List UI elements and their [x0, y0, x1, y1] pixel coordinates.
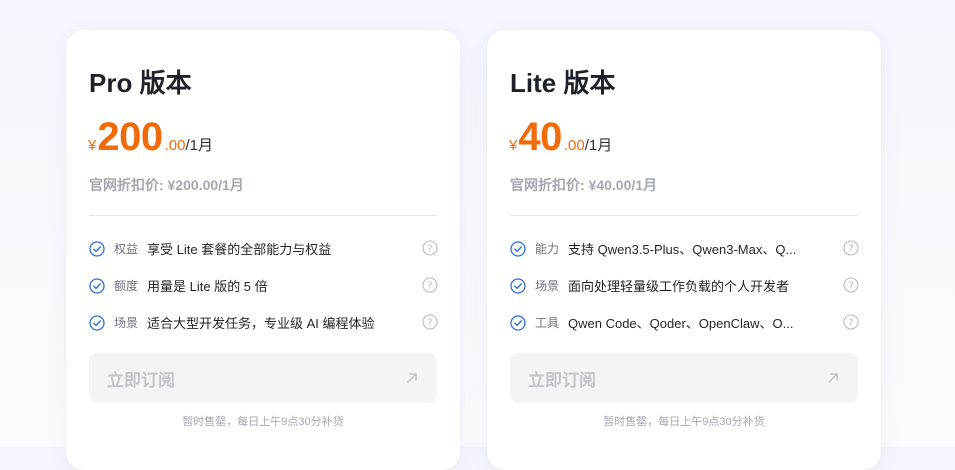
feature-tag: 能力: [535, 242, 560, 256]
svg-text:?: ?: [427, 281, 432, 292]
subscribe-button-label: 立即订阅: [528, 370, 596, 390]
price-amount: 40: [518, 115, 562, 159]
feature-tag: 工具: [535, 316, 560, 330]
feature-text: 享受 Lite 套餐的全部能力与权益: [147, 242, 332, 257]
arrow-up-right-icon: [828, 373, 838, 383]
question-circle-icon[interactable]: ?: [422, 240, 438, 256]
feature-item: 额度 用量是 Lite 版的 5 倍 ?: [89, 267, 438, 304]
check-circle-icon: [510, 240, 526, 257]
plan-card-lite: Lite 版本 ¥ 40 .00 /1月 官网折扣价: ¥40.00/1月 能力…: [487, 30, 881, 470]
feature-tag: 权益: [114, 242, 139, 256]
price-amount: 200: [97, 115, 163, 159]
plan-title: Pro 版本: [89, 68, 192, 98]
plan-card-pro: Pro 版本 ¥ 200 .00 /1月 官网折扣价: ¥200.00/1月 权…: [66, 30, 460, 470]
plan-price: ¥ 40 .00 /1月: [509, 115, 612, 160]
price-unit: /1月: [584, 137, 613, 154]
feature-tag: 场景: [114, 316, 139, 330]
feature-item: 场景 适合大型开发任务，专业级 AI 编程体验 ?: [89, 304, 438, 341]
svg-text:?: ?: [848, 244, 853, 255]
official-discount-price: 官网折扣价: ¥40.00/1月: [510, 177, 658, 193]
divider: [510, 215, 858, 216]
plan-title: Lite 版本: [510, 68, 616, 98]
feature-text: 用量是 Lite 版的 5 倍: [147, 279, 268, 294]
price-decimal: .00: [164, 137, 186, 154]
divider: [89, 215, 437, 216]
svg-text:?: ?: [427, 318, 432, 329]
feature-item: 能力 支持 Qwen3.5-Plus、Qwen3-Max、Q... ?: [510, 230, 859, 267]
feature-tag: 额度: [114, 279, 139, 293]
check-circle-icon: [89, 240, 105, 257]
subscribe-button-label: 立即订阅: [107, 370, 175, 390]
feature-list: 能力 支持 Qwen3.5-Plus、Qwen3-Max、Q... ? 场景 面…: [510, 230, 859, 341]
feature-text: 适合大型开发任务，专业级 AI 编程体验: [147, 316, 375, 331]
svg-text:?: ?: [848, 281, 853, 292]
feature-list: 权益 享受 Lite 套餐的全部能力与权益 ? 额度 用量是 Lite 版的 5…: [89, 230, 438, 341]
currency-symbol: ¥: [509, 137, 518, 154]
check-circle-icon: [510, 314, 526, 331]
svg-text:?: ?: [427, 244, 432, 255]
feature-text: 面向处理轻量级工作负载的个人开发者: [568, 279, 790, 294]
restock-note: 暂时售罄，每日上午9点30分补货: [603, 416, 765, 428]
feature-item: 场景 面向处理轻量级工作负载的个人开发者 ?: [510, 267, 859, 304]
restock-note: 暂时售罄，每日上午9点30分补货: [182, 416, 344, 428]
svg-text:?: ?: [848, 318, 853, 329]
feature-item: 权益 享受 Lite 套餐的全部能力与权益 ?: [89, 230, 438, 267]
subscribe-button[interactable]: 立即订阅: [510, 353, 858, 403]
feature-tag: 场景: [535, 279, 560, 293]
feature-text: Qwen Code、Qoder、OpenClaw、O...: [568, 316, 794, 331]
check-circle-icon: [89, 314, 105, 331]
subscribe-button[interactable]: 立即订阅: [89, 353, 437, 403]
plan-price: ¥ 200 .00 /1月: [88, 115, 213, 160]
official-discount-price: 官网折扣价: ¥200.00/1月: [89, 177, 244, 193]
arrow-up-right-icon: [407, 373, 417, 383]
question-circle-icon[interactable]: ?: [422, 277, 438, 293]
feature-text: 支持 Qwen3.5-Plus、Qwen3-Max、Q...: [568, 242, 797, 257]
question-circle-icon[interactable]: ?: [422, 314, 438, 330]
check-circle-icon: [510, 277, 526, 294]
price-unit: /1月: [185, 137, 213, 154]
feature-item: 工具 Qwen Code、Qoder、OpenClaw、O... ?: [510, 304, 859, 341]
question-circle-icon[interactable]: ?: [843, 277, 859, 293]
question-circle-icon[interactable]: ?: [843, 314, 859, 330]
question-circle-icon[interactable]: ?: [843, 240, 859, 256]
price-decimal: .00: [563, 137, 585, 154]
currency-symbol: ¥: [88, 137, 97, 154]
check-circle-icon: [89, 277, 105, 294]
